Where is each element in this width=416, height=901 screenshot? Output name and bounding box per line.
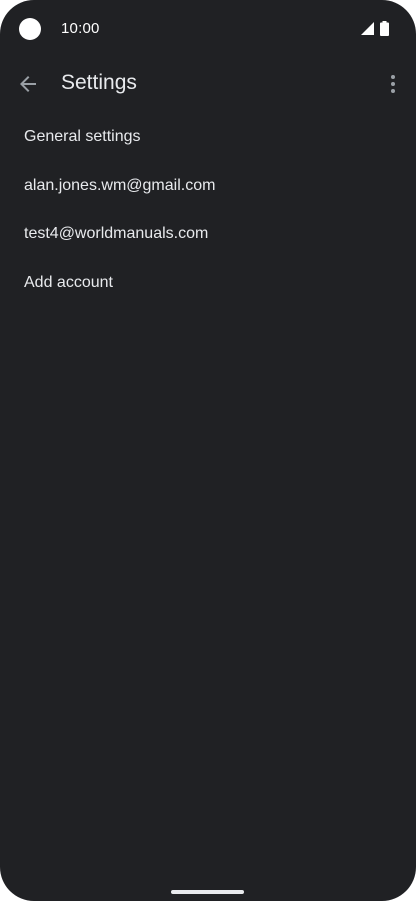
page-title: Settings: [61, 71, 137, 94]
battery-icon: [380, 21, 389, 36]
app-bar: Settings: [0, 58, 416, 110]
signal-icon: [361, 22, 374, 35]
list-item-label: test4@worldmanuals.com: [24, 225, 209, 243]
status-bar: 10:00: [0, 0, 416, 58]
camera-cutout: [19, 18, 41, 40]
home-indicator[interactable]: [171, 890, 244, 894]
list-item-label: General settings: [24, 128, 141, 146]
list-item-account-worldmanuals[interactable]: test4@worldmanuals.com: [0, 210, 416, 259]
list-item-add-account[interactable]: Add account: [0, 259, 416, 308]
list-item-label: alan.jones.wm@gmail.com: [24, 176, 216, 194]
settings-list: General settings alan.jones.wm@gmail.com…: [0, 113, 416, 307]
status-time: 10:00: [61, 20, 100, 37]
list-item-account-gmail[interactable]: alan.jones.wm@gmail.com: [0, 162, 416, 211]
more-vert-icon[interactable]: [381, 72, 405, 96]
phone-screen: 10:00 Settings General settings alan.jon…: [0, 0, 416, 901]
list-item-label: Add account: [24, 273, 113, 291]
list-item-general-settings[interactable]: General settings: [0, 113, 416, 162]
arrow-back-icon[interactable]: [16, 72, 40, 96]
